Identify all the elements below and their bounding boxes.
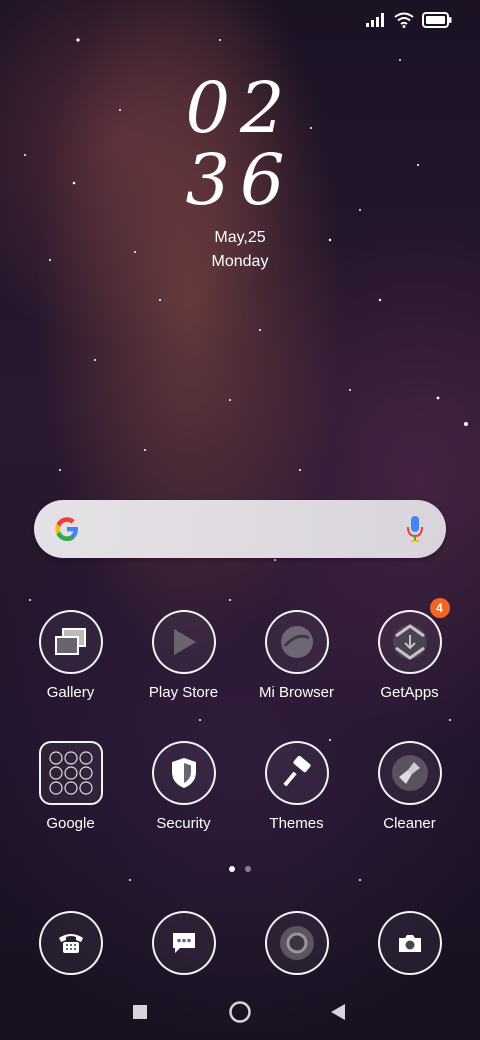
- date-weekday: Monday: [211, 253, 269, 270]
- app-label: Play Store: [148, 684, 219, 701]
- mi-browser-icon: [264, 610, 329, 674]
- security-shield-icon: [151, 741, 216, 805]
- google-search-bar[interactable]: [34, 500, 446, 558]
- app-label: Gallery: [46, 684, 95, 701]
- dock-phone[interactable]: [14, 911, 127, 975]
- recents-square-icon[interactable]: [132, 1004, 148, 1025]
- signal-bars-icon: [366, 13, 384, 27]
- page-indicator: [0, 866, 480, 872]
- app-play-store[interactable]: Play Store: [127, 610, 240, 702]
- themes-brush-icon: [264, 741, 329, 805]
- phone-icon: [38, 911, 103, 975]
- app-gallery[interactable]: Gallery: [14, 610, 127, 702]
- app-label: Themes: [269, 815, 324, 832]
- clock-widget[interactable]: 02 36: [0, 72, 480, 216]
- app-themes[interactable]: Themes: [240, 741, 353, 833]
- google-g-icon: [55, 517, 78, 541]
- app-label: Security: [156, 815, 211, 832]
- app-label: Google: [46, 815, 95, 832]
- battery-full-icon: [422, 12, 452, 28]
- back-triangle-icon[interactable]: [330, 1003, 346, 1026]
- folder-google[interactable]: Google: [14, 741, 127, 833]
- app-label: GetApps: [380, 684, 439, 701]
- camera-icon: [377, 911, 442, 975]
- page-dot: [245, 866, 251, 872]
- dock-chrome[interactable]: [240, 911, 353, 975]
- wifi-icon: [394, 12, 414, 28]
- microphone-icon[interactable]: [406, 515, 424, 543]
- app-mi-browser[interactable]: Mi Browser: [240, 610, 353, 702]
- app-label: Mi Browser: [258, 684, 334, 701]
- app-security[interactable]: Security: [127, 741, 240, 833]
- home-circle-icon[interactable]: [228, 1000, 252, 1029]
- navigation-bar: [0, 996, 480, 1028]
- app-getapps[interactable]: 4 GetApps: [353, 598, 466, 702]
- notification-badge: 4: [429, 598, 450, 618]
- app-label: Cleaner: [383, 815, 436, 832]
- gallery-icon: [38, 610, 103, 674]
- page-dot-active: [229, 866, 235, 872]
- dock-messages[interactable]: [127, 911, 240, 975]
- dock-camera[interactable]: [353, 911, 466, 975]
- chrome-icon: [264, 911, 329, 975]
- date-day: May,25: [214, 229, 266, 246]
- app-cleaner[interactable]: Cleaner: [353, 741, 466, 833]
- date-widget: May,25 Monday: [0, 226, 480, 274]
- google-folder-icon: [38, 741, 103, 805]
- status-bar: [366, 12, 452, 28]
- clock-minutes: 36: [185, 139, 295, 221]
- getapps-icon: 4: [377, 598, 450, 674]
- play-store-icon: [151, 610, 216, 674]
- clock-hours: 02: [185, 67, 295, 149]
- messages-icon: [151, 911, 216, 975]
- cleaner-brush-icon: [377, 741, 442, 805]
